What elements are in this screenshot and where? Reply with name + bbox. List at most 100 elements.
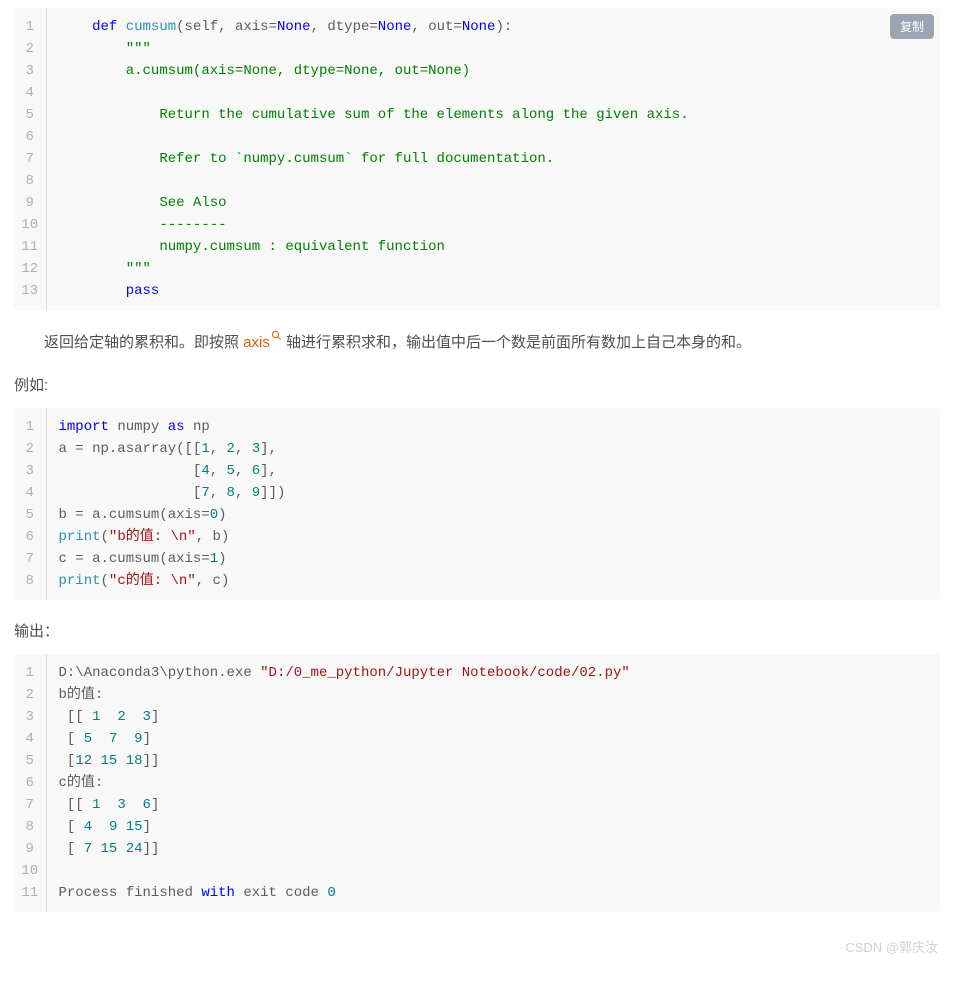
code-content: [4, 5, 6], <box>46 460 940 482</box>
line-number: 5 <box>14 104 46 126</box>
line-number: 6 <box>14 526 46 548</box>
search-icon <box>271 330 282 341</box>
code-line: 8 [ 4 9 15] <box>14 816 940 838</box>
code-content: D:\Anaconda3\python.exe "D:/0_me_python/… <box>46 654 940 684</box>
code-line: 6 <box>14 126 940 148</box>
code-content: Refer to `numpy.cumsum` for full documen… <box>46 148 940 170</box>
code-content: pass <box>46 280 940 310</box>
code-content: print("c的值: \n", c) <box>46 570 940 600</box>
code-content: numpy.cumsum : equivalent function <box>46 236 940 258</box>
code-line: 2 """ <box>14 38 940 60</box>
copy-button[interactable]: 复制 <box>890 14 934 39</box>
code-content: [[ 1 2 3] <box>46 706 940 728</box>
line-number: 2 <box>14 684 46 706</box>
code-block-1: 复制 1 def cumsum(self, axis=None, dtype=N… <box>14 8 940 310</box>
code-line: 11 numpy.cumsum : equivalent function <box>14 236 940 258</box>
code-content: [[ 1 3 6] <box>46 794 940 816</box>
code-content: c的值: <box>46 772 940 794</box>
code-content: b的值: <box>46 684 940 706</box>
line-number: 13 <box>14 280 46 310</box>
code-table-1: 1 def cumsum(self, axis=None, dtype=None… <box>14 8 940 310</box>
para-text-after: 轴进行累积求和，输出值中后一个数是前面所有数加上自己本身的和。 <box>282 334 751 351</box>
output-heading: 输出： <box>14 620 940 644</box>
code-line: 13 pass <box>14 280 940 310</box>
line-number: 8 <box>14 170 46 192</box>
code-content: """ <box>46 258 940 280</box>
line-number: 4 <box>14 728 46 750</box>
watermark: CSDN @郭庆汝 <box>14 932 940 965</box>
code-content: """ <box>46 38 940 60</box>
code-line: 1D:\Anaconda3\python.exe "D:/0_me_python… <box>14 654 940 684</box>
axis-link[interactable]: axis <box>243 334 270 351</box>
code-content: b = a.cumsum(axis=0) <box>46 504 940 526</box>
code-line: 7 [[ 1 3 6] <box>14 794 940 816</box>
example-heading: 例如: <box>14 374 940 398</box>
code-content: [ 5 7 9] <box>46 728 940 750</box>
code-line: 3 [[ 1 2 3] <box>14 706 940 728</box>
line-number: 8 <box>14 816 46 838</box>
line-number: 9 <box>14 192 46 214</box>
code-line: 3 a.cumsum(axis=None, dtype=None, out=No… <box>14 60 940 82</box>
code-line: 10 <box>14 860 940 882</box>
code-line: 2a = np.asarray([[1, 2, 3], <box>14 438 940 460</box>
line-number: 5 <box>14 750 46 772</box>
line-number: 10 <box>14 860 46 882</box>
code-content: a.cumsum(axis=None, dtype=None, out=None… <box>46 60 940 82</box>
line-number: 2 <box>14 438 46 460</box>
code-line: 11Process finished with exit code 0 <box>14 882 940 912</box>
code-line: 7c = a.cumsum(axis=1) <box>14 548 940 570</box>
description-paragraph: 返回给定轴的累积和。即按照 axis 轴进行累积求和，输出值中后一个数是前面所有… <box>14 330 940 356</box>
line-number: 1 <box>14 654 46 684</box>
line-number: 6 <box>14 126 46 148</box>
line-number: 3 <box>14 460 46 482</box>
line-number: 10 <box>14 214 46 236</box>
code-table-3: 1D:\Anaconda3\python.exe "D:/0_me_python… <box>14 654 940 912</box>
line-number: 12 <box>14 258 46 280</box>
code-line: 3 [4, 5, 6], <box>14 460 940 482</box>
code-content <box>46 860 940 882</box>
line-number: 11 <box>14 236 46 258</box>
code-content: Return the cumulative sum of the element… <box>46 104 940 126</box>
code-content: a = np.asarray([[1, 2, 3], <box>46 438 940 460</box>
line-number: 3 <box>14 706 46 728</box>
code-line: 10 -------- <box>14 214 940 236</box>
code-line: 4 <box>14 82 940 104</box>
code-line: 5b = a.cumsum(axis=0) <box>14 504 940 526</box>
code-block-2: 1import numpy as np2a = np.asarray([[1, … <box>14 408 940 600</box>
code-line: 1import numpy as np <box>14 408 940 438</box>
code-line: 4 [ 5 7 9] <box>14 728 940 750</box>
code-line: 9 [ 7 15 24]] <box>14 838 940 860</box>
code-content: [ 4 9 15] <box>46 816 940 838</box>
line-number: 6 <box>14 772 46 794</box>
code-content: [7, 8, 9]]) <box>46 482 940 504</box>
line-number: 7 <box>14 794 46 816</box>
code-content: c = a.cumsum(axis=1) <box>46 548 940 570</box>
line-number: 3 <box>14 60 46 82</box>
line-number: 7 <box>14 148 46 170</box>
code-line: 12 """ <box>14 258 940 280</box>
code-line: 7 Refer to `numpy.cumsum` for full docum… <box>14 148 940 170</box>
code-content: [12 15 18]] <box>46 750 940 772</box>
code-line: 5 [12 15 18]] <box>14 750 940 772</box>
code-content: See Also <box>46 192 940 214</box>
code-content <box>46 170 940 192</box>
line-number: 5 <box>14 504 46 526</box>
code-content: [ 7 15 24]] <box>46 838 940 860</box>
code-line: 5 Return the cumulative sum of the eleme… <box>14 104 940 126</box>
line-number: 1 <box>14 408 46 438</box>
line-number: 9 <box>14 838 46 860</box>
code-content: import numpy as np <box>46 408 940 438</box>
code-line: 6print("b的值: \n", b) <box>14 526 940 548</box>
code-content: print("b的值: \n", b) <box>46 526 940 548</box>
code-table-2: 1import numpy as np2a = np.asarray([[1, … <box>14 408 940 600</box>
code-line: 6c的值: <box>14 772 940 794</box>
line-number: 11 <box>14 882 46 912</box>
code-block-3: 1D:\Anaconda3\python.exe "D:/0_me_python… <box>14 654 940 912</box>
code-content <box>46 126 940 148</box>
code-line: 2b的值: <box>14 684 940 706</box>
line-number: 1 <box>14 8 46 38</box>
para-text-before: 返回给定轴的累积和。即按照 <box>44 334 243 351</box>
line-number: 2 <box>14 38 46 60</box>
line-number: 8 <box>14 570 46 600</box>
code-line: 9 See Also <box>14 192 940 214</box>
